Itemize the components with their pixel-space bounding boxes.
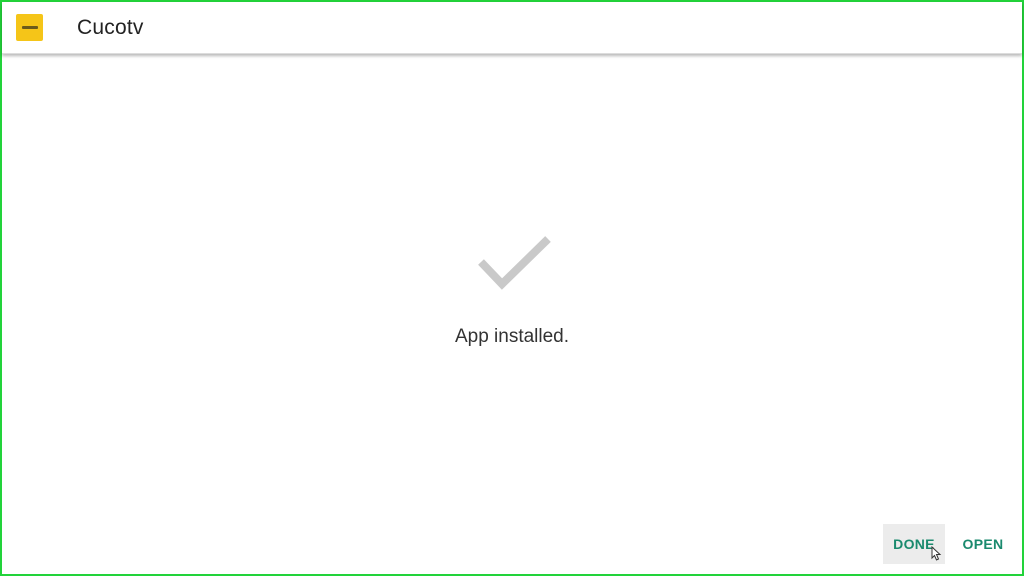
status-message: App installed. (454, 326, 570, 347)
check-icon (478, 236, 551, 290)
open-button[interactable]: OPEN (954, 524, 1012, 564)
app-icon-mark (21, 26, 38, 29)
app-bar: Cucotv (2, 2, 1022, 54)
screen-frame: Cucotv App installed. DONE OPEN (0, 0, 1024, 576)
app-title: Cucotv (77, 16, 144, 39)
mouse-cursor-icon (931, 546, 942, 561)
app-icon (16, 14, 43, 41)
